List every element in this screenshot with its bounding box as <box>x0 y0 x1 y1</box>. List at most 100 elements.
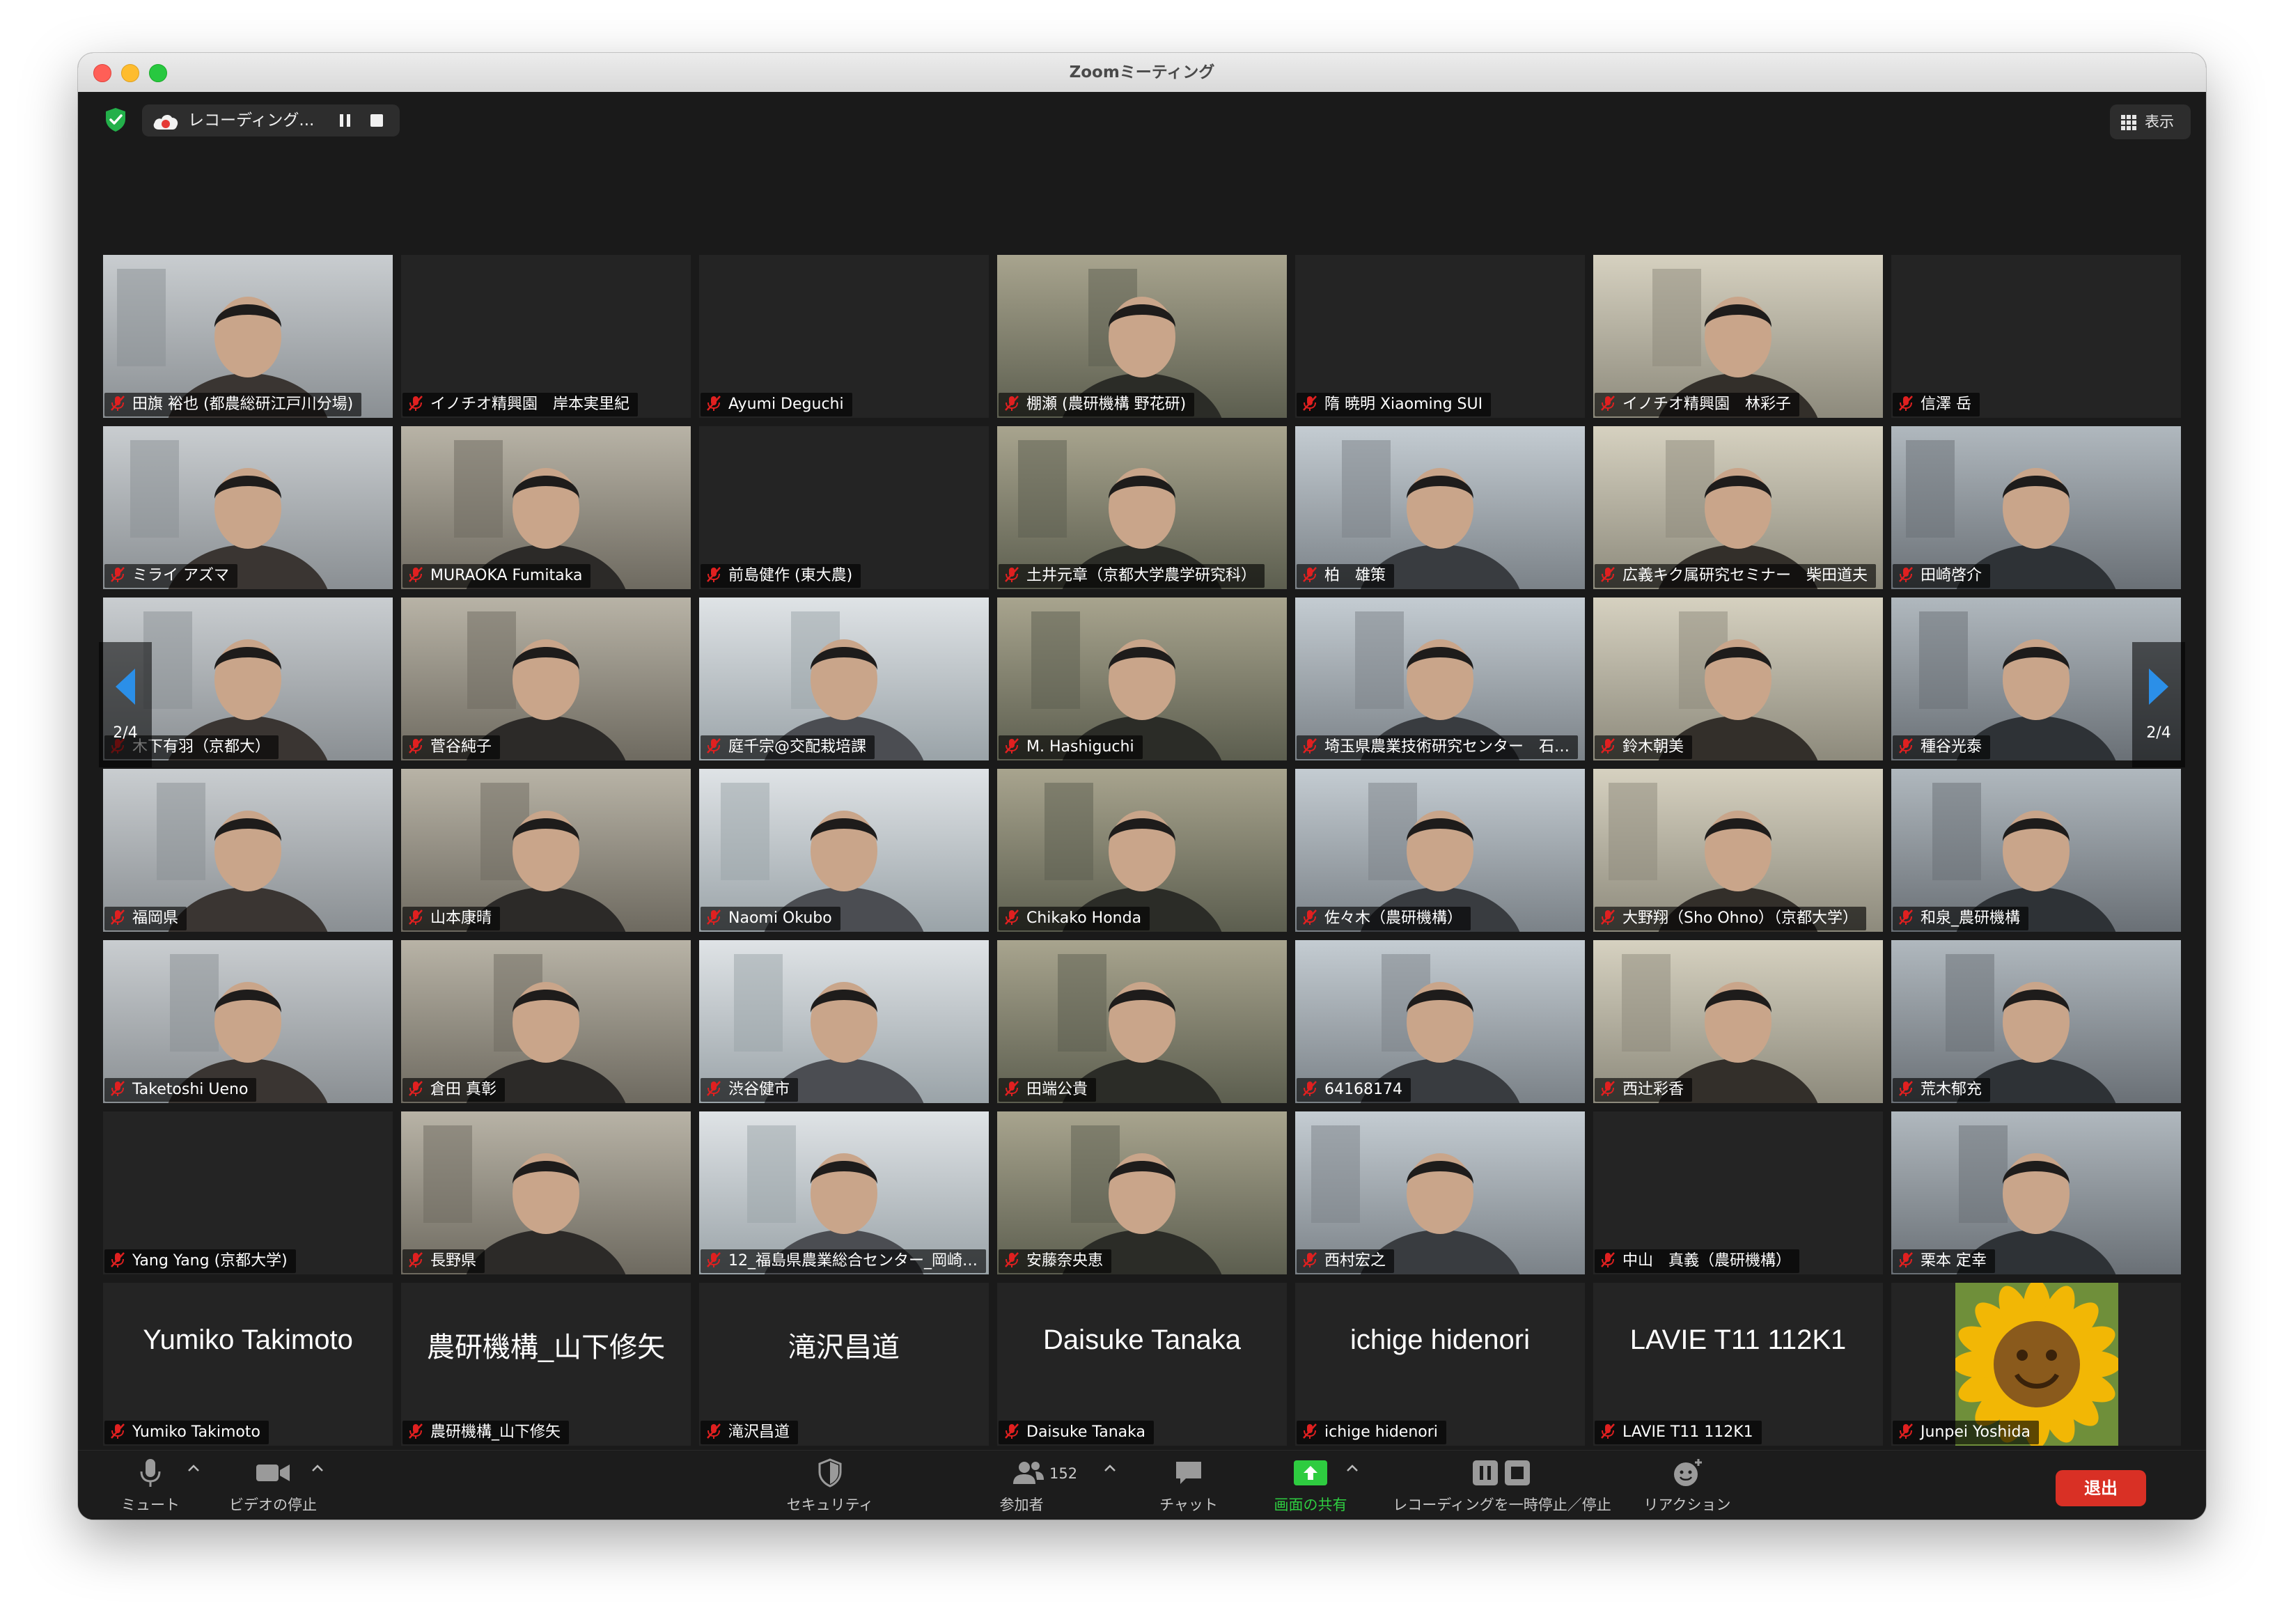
participant-tile[interactable]: 長野県 <box>401 1111 691 1274</box>
participant-tile[interactable]: Junpei Yoshida <box>1891 1283 2181 1446</box>
muted-microphone-icon <box>1899 567 1913 582</box>
leave-meeting-button[interactable]: 退出 <box>2056 1470 2146 1506</box>
participant-tile[interactable]: 栗本 定幸 <box>1891 1111 2181 1274</box>
participant-name-label: 鈴木朝美 <box>1595 735 1693 759</box>
participant-tile[interactable]: 菅谷純子 <box>401 598 691 760</box>
share-options-chevron-icon[interactable] <box>1345 1463 1359 1473</box>
muted-microphone-icon <box>1005 909 1019 925</box>
cloud-recording-indicator[interactable]: レコーディング... <box>142 104 400 136</box>
muted-microphone-icon <box>111 396 125 411</box>
pause-recording-icon[interactable] <box>337 112 354 129</box>
mute-options-chevron-icon[interactable] <box>187 1463 201 1473</box>
participant-tile[interactable]: 棚瀬 (農研機構 野花研) <box>997 255 1287 418</box>
participants-options-chevron-icon[interactable] <box>1103 1463 1117 1473</box>
reactions-button[interactable]: リアクション <box>1635 1458 1739 1515</box>
participant-tile[interactable]: 土井元章（京都大学農学研究科） <box>997 426 1287 589</box>
participant-name: 長野県 <box>430 1252 477 1270</box>
participant-tile[interactable]: 農研機構_山下修矢 農研機構_山下修矢 <box>401 1283 691 1446</box>
participant-tile[interactable]: Taketoshi Ueno <box>103 940 393 1103</box>
participant-tile[interactable]: Chikako Honda <box>997 769 1287 932</box>
participant-tile[interactable]: 広義キク属研究セミナー 柴田道夫 <box>1593 426 1883 589</box>
participant-tile[interactable]: M. Hashiguchi <box>997 598 1287 760</box>
participant-tile[interactable]: 西村宏之 <box>1295 1111 1585 1274</box>
muted-microphone-icon <box>1601 1423 1615 1439</box>
participant-name-label: 中山 真義（農研機構） <box>1595 1249 1800 1273</box>
participant-name: 和泉_農研機構 <box>1921 909 2021 927</box>
muted-microphone-icon <box>1005 1252 1019 1267</box>
muted-microphone-icon <box>409 1252 423 1267</box>
participant-name-label: 和泉_農研機構 <box>1893 907 2029 930</box>
participant-tile[interactable]: LAVIE T11 112K1 LAVIE T11 112K1 <box>1593 1283 1883 1446</box>
participant-name-label: 山本康晴 <box>402 907 501 930</box>
participant-tile[interactable]: 田崎啓介 <box>1891 426 2181 589</box>
view-button[interactable]: 表示 <box>2110 104 2191 139</box>
participant-tile[interactable]: 庭千宗@交配栽培課 <box>699 598 989 760</box>
participant-name-label: Yang Yang (京都大学) <box>104 1249 296 1273</box>
share-screen-button[interactable]: 画面の共有 <box>1262 1458 1359 1515</box>
stop-video-label: ビデオの停止 <box>229 1497 317 1513</box>
previous-page-button[interactable]: 2/4 <box>99 642 152 767</box>
participant-name: 渋谷健市 <box>728 1081 790 1098</box>
participant-name-label: 庭千宗@交配栽培課 <box>701 735 875 759</box>
security-button[interactable]: セキュリティ <box>774 1458 886 1515</box>
muted-microphone-icon <box>1303 909 1317 925</box>
participant-tile[interactable]: 信澤 岳 <box>1891 255 2181 418</box>
participant-name-label: Chikako Honda <box>999 907 1150 930</box>
participant-tile[interactable]: ミライ アズマ <box>103 426 393 589</box>
participant-name: 埼玉県農業技術研究センター 石… <box>1324 738 1570 756</box>
participant-tile[interactable]: 荒木郁充 <box>1891 940 2181 1103</box>
window-title: Zoomミーティング <box>1069 63 1215 81</box>
participant-tile[interactable]: 12_福島県農業総合センター_岡崎… <box>699 1111 989 1274</box>
participant-tile[interactable]: 西辻彩香 <box>1593 940 1883 1103</box>
participant-tile[interactable]: 鈴木朝美 <box>1593 598 1883 760</box>
participant-tile[interactable]: Yang Yang (京都大学) <box>103 1111 393 1274</box>
participant-tile[interactable]: イノチオ精興園 林彩子 <box>1593 255 1883 418</box>
participant-tile[interactable]: 中山 真義（農研機構） <box>1593 1111 1883 1274</box>
participant-tile[interactable]: 佐々木（農研機構） <box>1295 769 1585 932</box>
participant-name: Yumiko Takimoto <box>132 1423 260 1441</box>
participant-tile[interactable]: 倉田 真彰 <box>401 940 691 1103</box>
participants-button[interactable]: 152 参加者 <box>976 1458 1116 1515</box>
participant-tile[interactable]: 和泉_農研機構 <box>1891 769 2181 932</box>
participant-tile[interactable]: 滝沢昌道 滝沢昌道 <box>699 1283 989 1446</box>
participant-name: 田崎啓介 <box>1921 567 1982 584</box>
participant-tile[interactable]: 福岡県 <box>103 769 393 932</box>
participant-tile[interactable]: 山本康晴 <box>401 769 691 932</box>
participant-tile[interactable]: ichige hidenori ichige hidenori <box>1295 1283 1585 1446</box>
participant-tile[interactable]: Yumiko Takimoto Yumiko Takimoto <box>103 1283 393 1446</box>
participant-name-label: Yumiko Takimoto <box>104 1421 269 1444</box>
participant-tile[interactable]: 田端公貴 <box>997 940 1287 1103</box>
participant-tile[interactable]: 大野翔（Sho Ohno）（京都大学） <box>1593 769 1883 932</box>
muted-microphone-icon <box>111 567 125 582</box>
mute-button[interactable]: ミュート <box>109 1458 192 1515</box>
participant-tile[interactable]: MURAOKA Fumitaka <box>401 426 691 589</box>
video-options-chevron-icon[interactable] <box>311 1463 324 1473</box>
next-page-button[interactable]: 2/4 <box>2132 642 2185 767</box>
participant-tile[interactable]: Ayumi Deguchi <box>699 255 989 418</box>
participant-tile[interactable]: イノチオ精興園 岸本実里紀 <box>401 255 691 418</box>
participant-name: 佐々木（農研機構） <box>1324 909 1463 927</box>
chat-button[interactable]: チャット <box>1150 1458 1227 1515</box>
participant-tile[interactable]: 柏 雄策 <box>1295 426 1585 589</box>
participant-tile[interactable]: 渋谷健市 <box>699 940 989 1103</box>
participant-tile[interactable]: 前島健作 (東大農) <box>699 426 989 589</box>
participant-tile[interactable]: 安藤奈央恵 <box>997 1111 1287 1274</box>
participant-tile[interactable]: Naomi Okubo <box>699 769 989 932</box>
reaction-smiley-icon <box>1674 1459 1702 1486</box>
participant-tile[interactable]: 埼玉県農業技術研究センター 石… <box>1295 598 1585 760</box>
encryption-shield-icon[interactable] <box>102 106 130 134</box>
participant-tile[interactable]: 田旗 裕也 (都農総研江戸川分場) <box>103 255 393 418</box>
participant-display-name: ichige hidenori <box>1350 1325 1530 1355</box>
participant-tile[interactable]: 隋 暁明 Xiaoming SUI <box>1295 255 1585 418</box>
recording-control-button[interactable]: レコーディングを一時停止／停止 <box>1380 1458 1624 1515</box>
participant-tile[interactable]: 64168174 <box>1295 940 1585 1103</box>
muted-microphone-icon <box>1005 396 1019 411</box>
participant-name: 滝沢昌道 <box>728 1423 790 1441</box>
stop-recording-icon[interactable] <box>369 113 384 128</box>
participant-name: 大野翔（Sho Ohno）（京都大学） <box>1622 909 1859 927</box>
participant-tile[interactable]: Daisuke Tanaka Daisuke Tanaka <box>997 1283 1287 1446</box>
muted-microphone-icon <box>409 1423 423 1439</box>
participant-name: 栗本 定幸 <box>1921 1252 1987 1270</box>
participant-name-label: 西辻彩香 <box>1595 1078 1693 1102</box>
muted-microphone-icon <box>707 738 721 754</box>
